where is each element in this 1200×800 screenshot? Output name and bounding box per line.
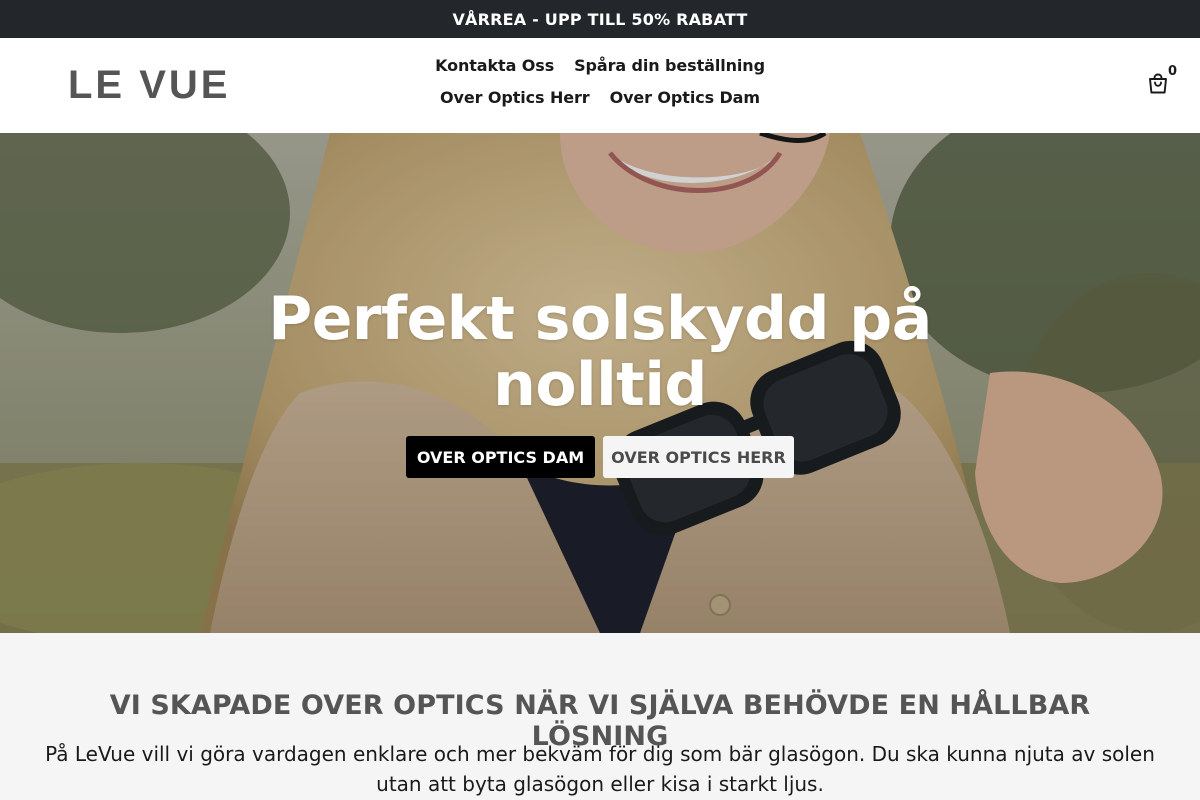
shopping-bag-icon [1149,73,1167,94]
nav-link-over-optics-dam[interactable]: Over Optics Dam [610,86,760,110]
cart-count: 0 [1168,64,1178,79]
announcement-bar: VÅRREA - UPP TILL 50% RABATT [0,0,1200,38]
main-nav: Kontakta Oss Spåra din beställning Over … [355,54,845,110]
hero-banner: Perfekt solskydd på nolltid OVER OPTICS … [0,133,1200,633]
shop-dam-button[interactable]: OVER OPTICS DAM [406,436,595,478]
nav-link-kontakta-oss[interactable]: Kontakta Oss [435,54,554,78]
about-section: VI SKAPADE OVER OPTICS NÄR VI SJÄLVA BEH… [0,633,1200,800]
nav-link-track-order[interactable]: Spåra din beställning [574,54,765,78]
hero-title: Perfekt solskydd på nolltid [268,284,932,420]
logo[interactable]: LE VUE [68,64,248,106]
about-text: På LeVue vill vi göra vardagen enklare o… [45,742,1155,796]
nav-link-over-optics-herr[interactable]: Over Optics Herr [440,86,590,110]
cart-button[interactable]: 0 [1146,64,1182,100]
announcement-text: VÅRREA - UPP TILL 50% RABATT [452,9,748,29]
site-header: LE VUE Kontakta Oss Spåra din beställnin… [0,38,1200,133]
shop-herr-button[interactable]: OVER OPTICS HERR [603,436,794,478]
